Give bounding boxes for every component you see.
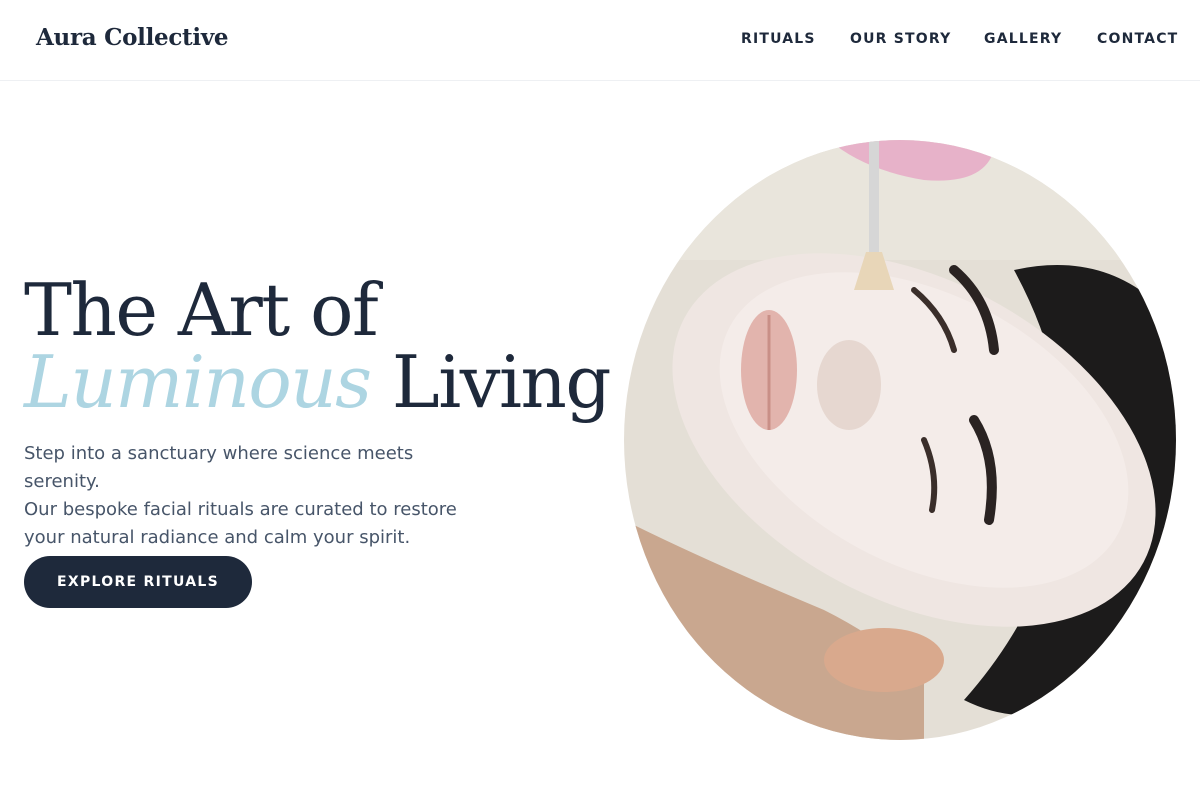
nav-link-rituals[interactable]: RITUALS: [741, 31, 816, 47]
nav-link-contact[interactable]: CONTACT: [1097, 31, 1178, 47]
explore-rituals-button[interactable]: EXPLORE RITUALS: [24, 556, 252, 608]
site-header: Aura Collective RITUALS OUR STORY GALLER…: [0, 0, 1200, 81]
hero-description-line-1: Step into a sanctuary where science meet…: [24, 443, 414, 492]
hero-description-line-3: your natural radiance and calm your spir…: [24, 527, 411, 548]
hero-image: [624, 140, 1176, 740]
hero-description-line-2: Our bespoke facial rituals are curated t…: [24, 499, 457, 520]
hero-headline: The Art of Luminous Living: [24, 274, 611, 418]
headline-line-2: Living: [391, 340, 612, 424]
page: Aura Collective RITUALS OUR STORY GALLER…: [0, 0, 1200, 800]
headline-accent-word: Luminous: [24, 340, 372, 424]
hero-description: Step into a sanctuary where science meet…: [24, 440, 494, 552]
main-nav: RITUALS OUR STORY GALLERY CONTACT: [0, 31, 1200, 51]
nav-link-gallery[interactable]: GALLERY: [984, 31, 1062, 47]
nav-link-our-story[interactable]: OUR STORY: [850, 31, 951, 47]
